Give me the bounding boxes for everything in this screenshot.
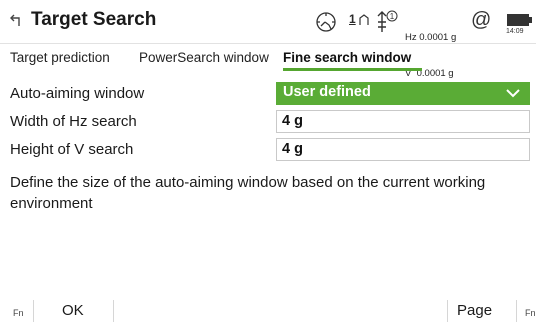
separator bbox=[447, 300, 448, 322]
clock: 14:09 bbox=[506, 28, 524, 35]
height-v-label: Height of V search bbox=[10, 141, 134, 158]
back-arrow-icon[interactable] bbox=[9, 12, 25, 28]
prism-icon: 1 bbox=[377, 10, 398, 32]
separator bbox=[33, 300, 34, 322]
softkey-bar: Fn OK Page Fn bbox=[0, 296, 536, 325]
chevron-down-icon bbox=[506, 89, 520, 98]
active-tab-indicator bbox=[283, 68, 422, 71]
ok-button[interactable]: OK bbox=[35, 296, 111, 325]
auto-aiming-label: Auto-aiming window bbox=[10, 85, 145, 102]
height-v-input[interactable]: 4 g bbox=[276, 138, 530, 161]
width-hz-value: 4 g bbox=[282, 113, 303, 129]
tab-fine-search-window[interactable]: Fine search window bbox=[283, 50, 411, 65]
tab-powersearch-window[interactable]: PowerSearch window bbox=[139, 50, 269, 65]
tab-bar: Target prediction PowerSearch window Fin… bbox=[0, 44, 536, 72]
target-lock-icon bbox=[316, 12, 336, 32]
auto-aiming-select[interactable]: User defined bbox=[276, 82, 530, 105]
width-hz-input[interactable]: 4 g bbox=[276, 110, 530, 133]
prism-number: 1 bbox=[390, 12, 395, 21]
fn-right-key[interactable]: Fn bbox=[525, 308, 536, 318]
help-description: Define the size of the auto-aiming windo… bbox=[10, 174, 486, 212]
tab-target-prediction[interactable]: Target prediction bbox=[10, 50, 110, 65]
height-v-value: 4 g bbox=[282, 141, 303, 157]
title-bar: Target Search 1 1 Hz 0.0001 g V 0.0001 g… bbox=[0, 0, 536, 79]
fn-left-key[interactable]: Fn bbox=[13, 308, 24, 318]
width-hz-label: Width of Hz search bbox=[10, 113, 137, 130]
height-v-row: Height of V search 4 g bbox=[0, 136, 536, 164]
separator bbox=[113, 300, 114, 322]
face-icon bbox=[359, 14, 369, 25]
width-hz-row: Width of Hz search 4 g bbox=[0, 108, 536, 136]
auto-aiming-row: Auto-aiming window User defined bbox=[0, 80, 536, 108]
separator bbox=[516, 300, 517, 322]
page-button[interactable]: Page bbox=[449, 296, 515, 325]
page-title: Target Search bbox=[31, 9, 157, 30]
hz-readout: Hz 0.0001 g bbox=[405, 32, 457, 43]
auto-aiming-value: User defined bbox=[283, 84, 371, 100]
face-number: 1 bbox=[349, 12, 356, 26]
